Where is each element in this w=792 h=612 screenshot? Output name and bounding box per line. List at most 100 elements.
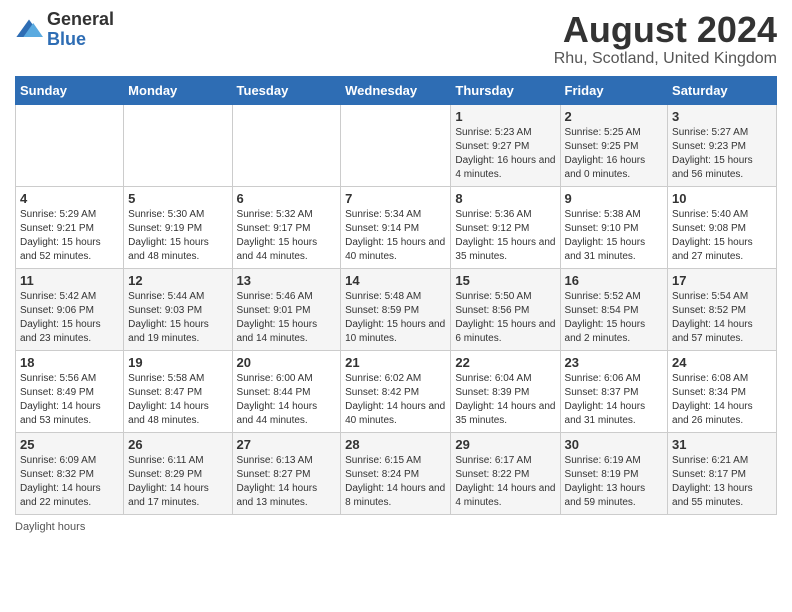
day-info: Sunrise: 6:15 AM Sunset: 8:24 PM Dayligh… (345, 454, 446, 510)
header-cell-monday: Monday (124, 76, 232, 104)
day-info: Sunrise: 5:34 AM Sunset: 9:14 PM Dayligh… (345, 208, 446, 264)
header-cell-wednesday: Wednesday (341, 76, 451, 104)
logo-line2: Blue (47, 30, 114, 50)
day-cell: 25Sunrise: 6:09 AM Sunset: 8:32 PM Dayli… (16, 432, 124, 514)
title-block: August 2024 Rhu, Scotland, United Kingdo… (554, 10, 777, 68)
day-number: 7 (345, 191, 446, 206)
day-cell: 23 Sunrise: 6:06 AM Sunset: 8:37 PM Dayli… (560, 350, 668, 432)
day-cell: 20Sunrise: 6:00 AM Sunset: 8:44 PM Dayli… (232, 350, 341, 432)
day-info: Sunrise: 6:06 AM Sunset: 8:37 PM Dayligh… (565, 372, 664, 428)
day-cell: 8 Sunrise: 5:36 AM Sunset: 9:12 PM Daylig… (451, 186, 560, 268)
day-cell: 27 Sunrise: 6:13 AM Sunset: 8:27 PM Dayli… (232, 432, 341, 514)
day-info: Sunrise: 5:44 AM Sunset: 9:03 PM Dayligh… (128, 290, 227, 346)
day-number: 20 (237, 355, 337, 370)
day-info: Sunrise: 5:27 AM Sunset: 9:23 PM Dayligh… (672, 126, 772, 182)
day-number: 4 (20, 191, 119, 206)
week-row-2: 4Sunrise: 5:29 AM Sunset: 9:21 PM Daylig… (16, 186, 777, 268)
day-number: 13 (237, 273, 337, 288)
calendar-table: SundayMondayTuesdayWednesdayThursdayFrid… (15, 76, 777, 515)
week-row-4: 18 Sunrise: 5:56 AM Sunset: 8:49 PM Dayli… (16, 350, 777, 432)
day-cell: 3 Sunrise: 5:27 AM Sunset: 9:23 PM Daylig… (668, 104, 777, 186)
day-number: 30 (565, 437, 664, 452)
day-info: Sunrise: 5:30 AM Sunset: 9:19 PM Dayligh… (128, 208, 227, 264)
day-info: Sunrise: 5:54 AM Sunset: 8:52 PM Dayligh… (672, 290, 772, 346)
day-cell: 7 Sunrise: 5:34 AM Sunset: 9:14 PM Daylig… (341, 186, 451, 268)
calendar-header: SundayMondayTuesdayWednesdayThursdayFrid… (16, 76, 777, 104)
day-info: Sunrise: 5:42 AM Sunset: 9:06 PM Dayligh… (20, 290, 119, 346)
header-cell-friday: Friday (560, 76, 668, 104)
day-number: 6 (237, 191, 337, 206)
day-info: Sunrise: 5:32 AM Sunset: 9:17 PM Dayligh… (237, 208, 337, 264)
day-cell: 13 Sunrise: 5:46 AM Sunset: 9:01 PM Dayli… (232, 268, 341, 350)
day-cell: 18 Sunrise: 5:56 AM Sunset: 8:49 PM Dayli… (16, 350, 124, 432)
day-info: Sunrise: 6:11 AM Sunset: 8:29 PM Dayligh… (128, 454, 227, 510)
day-number: 19 (128, 355, 227, 370)
day-info: Sunrise: 5:25 AM Sunset: 9:25 PM Dayligh… (565, 126, 664, 182)
day-number: 8 (455, 191, 555, 206)
day-number: 22 (455, 355, 555, 370)
day-number: 3 (672, 109, 772, 124)
day-number: 5 (128, 191, 227, 206)
day-number: 10 (672, 191, 772, 206)
header-cell-thursday: Thursday (451, 76, 560, 104)
day-cell: 29Sunrise: 6:17 AM Sunset: 8:22 PM Dayli… (451, 432, 560, 514)
day-info: Sunrise: 6:17 AM Sunset: 8:22 PM Dayligh… (455, 454, 555, 510)
day-cell (232, 104, 341, 186)
day-info: Sunrise: 6:13 AM Sunset: 8:27 PM Dayligh… (237, 454, 337, 510)
day-cell (16, 104, 124, 186)
week-row-5: 25Sunrise: 6:09 AM Sunset: 8:32 PM Dayli… (16, 432, 777, 514)
day-number: 23 (565, 355, 664, 370)
day-number: 21 (345, 355, 446, 370)
page-header: General Blue August 2024 Rhu, Scotland, … (15, 10, 777, 68)
day-info: Sunrise: 5:52 AM Sunset: 8:54 PM Dayligh… (565, 290, 664, 346)
calendar-body: 1 Sunrise: 5:23 AM Sunset: 9:27 PM Daylig… (16, 104, 777, 514)
day-number: 12 (128, 273, 227, 288)
logo-icon (15, 16, 43, 44)
day-cell: 21 Sunrise: 6:02 AM Sunset: 8:42 PM Dayli… (341, 350, 451, 432)
day-cell: 26 Sunrise: 6:11 AM Sunset: 8:29 PM Dayli… (124, 432, 232, 514)
day-cell: 11Sunrise: 5:42 AM Sunset: 9:06 PM Dayli… (16, 268, 124, 350)
day-number: 26 (128, 437, 227, 452)
day-info: Sunrise: 5:58 AM Sunset: 8:47 PM Dayligh… (128, 372, 227, 428)
day-cell: 6 Sunrise: 5:32 AM Sunset: 9:17 PM Daylig… (232, 186, 341, 268)
day-number: 24 (672, 355, 772, 370)
day-info: Sunrise: 6:21 AM Sunset: 8:17 PM Dayligh… (672, 454, 772, 510)
day-cell: 16 Sunrise: 5:52 AM Sunset: 8:54 PM Dayli… (560, 268, 668, 350)
day-number: 17 (672, 273, 772, 288)
day-number: 27 (237, 437, 337, 452)
day-info: Sunrise: 5:36 AM Sunset: 9:12 PM Dayligh… (455, 208, 555, 264)
day-cell: 9 Sunrise: 5:38 AM Sunset: 9:10 PM Daylig… (560, 186, 668, 268)
week-row-1: 1 Sunrise: 5:23 AM Sunset: 9:27 PM Daylig… (16, 104, 777, 186)
day-info: Sunrise: 5:46 AM Sunset: 9:01 PM Dayligh… (237, 290, 337, 346)
day-info: Sunrise: 5:38 AM Sunset: 9:10 PM Dayligh… (565, 208, 664, 264)
header-cell-tuesday: Tuesday (232, 76, 341, 104)
day-cell: 12 Sunrise: 5:44 AM Sunset: 9:03 PM Dayli… (124, 268, 232, 350)
day-number: 16 (565, 273, 664, 288)
subtitle: Rhu, Scotland, United Kingdom (554, 50, 777, 68)
day-cell: 2 Sunrise: 5:25 AM Sunset: 9:25 PM Daylig… (560, 104, 668, 186)
day-cell: 15Sunrise: 5:50 AM Sunset: 8:56 PM Dayli… (451, 268, 560, 350)
day-number: 31 (672, 437, 772, 452)
day-info: Sunrise: 5:50 AM Sunset: 8:56 PM Dayligh… (455, 290, 555, 346)
day-cell: 5 Sunrise: 5:30 AM Sunset: 9:19 PM Daylig… (124, 186, 232, 268)
day-number: 9 (565, 191, 664, 206)
day-cell: 19 Sunrise: 5:58 AM Sunset: 8:47 PM Dayli… (124, 350, 232, 432)
day-number: 28 (345, 437, 446, 452)
day-info: Sunrise: 5:23 AM Sunset: 9:27 PM Dayligh… (455, 126, 555, 182)
day-cell: 10Sunrise: 5:40 AM Sunset: 9:08 PM Dayli… (668, 186, 777, 268)
day-info: Sunrise: 5:48 AM Sunset: 8:59 PM Dayligh… (345, 290, 446, 346)
day-info: Sunrise: 6:09 AM Sunset: 8:32 PM Dayligh… (20, 454, 119, 510)
day-cell: 14Sunrise: 5:48 AM Sunset: 8:59 PM Dayli… (341, 268, 451, 350)
day-info: Sunrise: 6:02 AM Sunset: 8:42 PM Dayligh… (345, 372, 446, 428)
logo: General Blue (15, 10, 114, 50)
day-cell: 4Sunrise: 5:29 AM Sunset: 9:21 PM Daylig… (16, 186, 124, 268)
day-info: Sunrise: 5:56 AM Sunset: 8:49 PM Dayligh… (20, 372, 119, 428)
day-number: 1 (455, 109, 555, 124)
day-number: 18 (20, 355, 119, 370)
day-cell: 17 Sunrise: 5:54 AM Sunset: 8:52 PM Dayli… (668, 268, 777, 350)
day-cell: 31 Sunrise: 6:21 AM Sunset: 8:17 PM Dayli… (668, 432, 777, 514)
header-cell-sunday: Sunday (16, 76, 124, 104)
day-cell (341, 104, 451, 186)
day-number: 2 (565, 109, 664, 124)
day-info: Sunrise: 6:04 AM Sunset: 8:39 PM Dayligh… (455, 372, 555, 428)
